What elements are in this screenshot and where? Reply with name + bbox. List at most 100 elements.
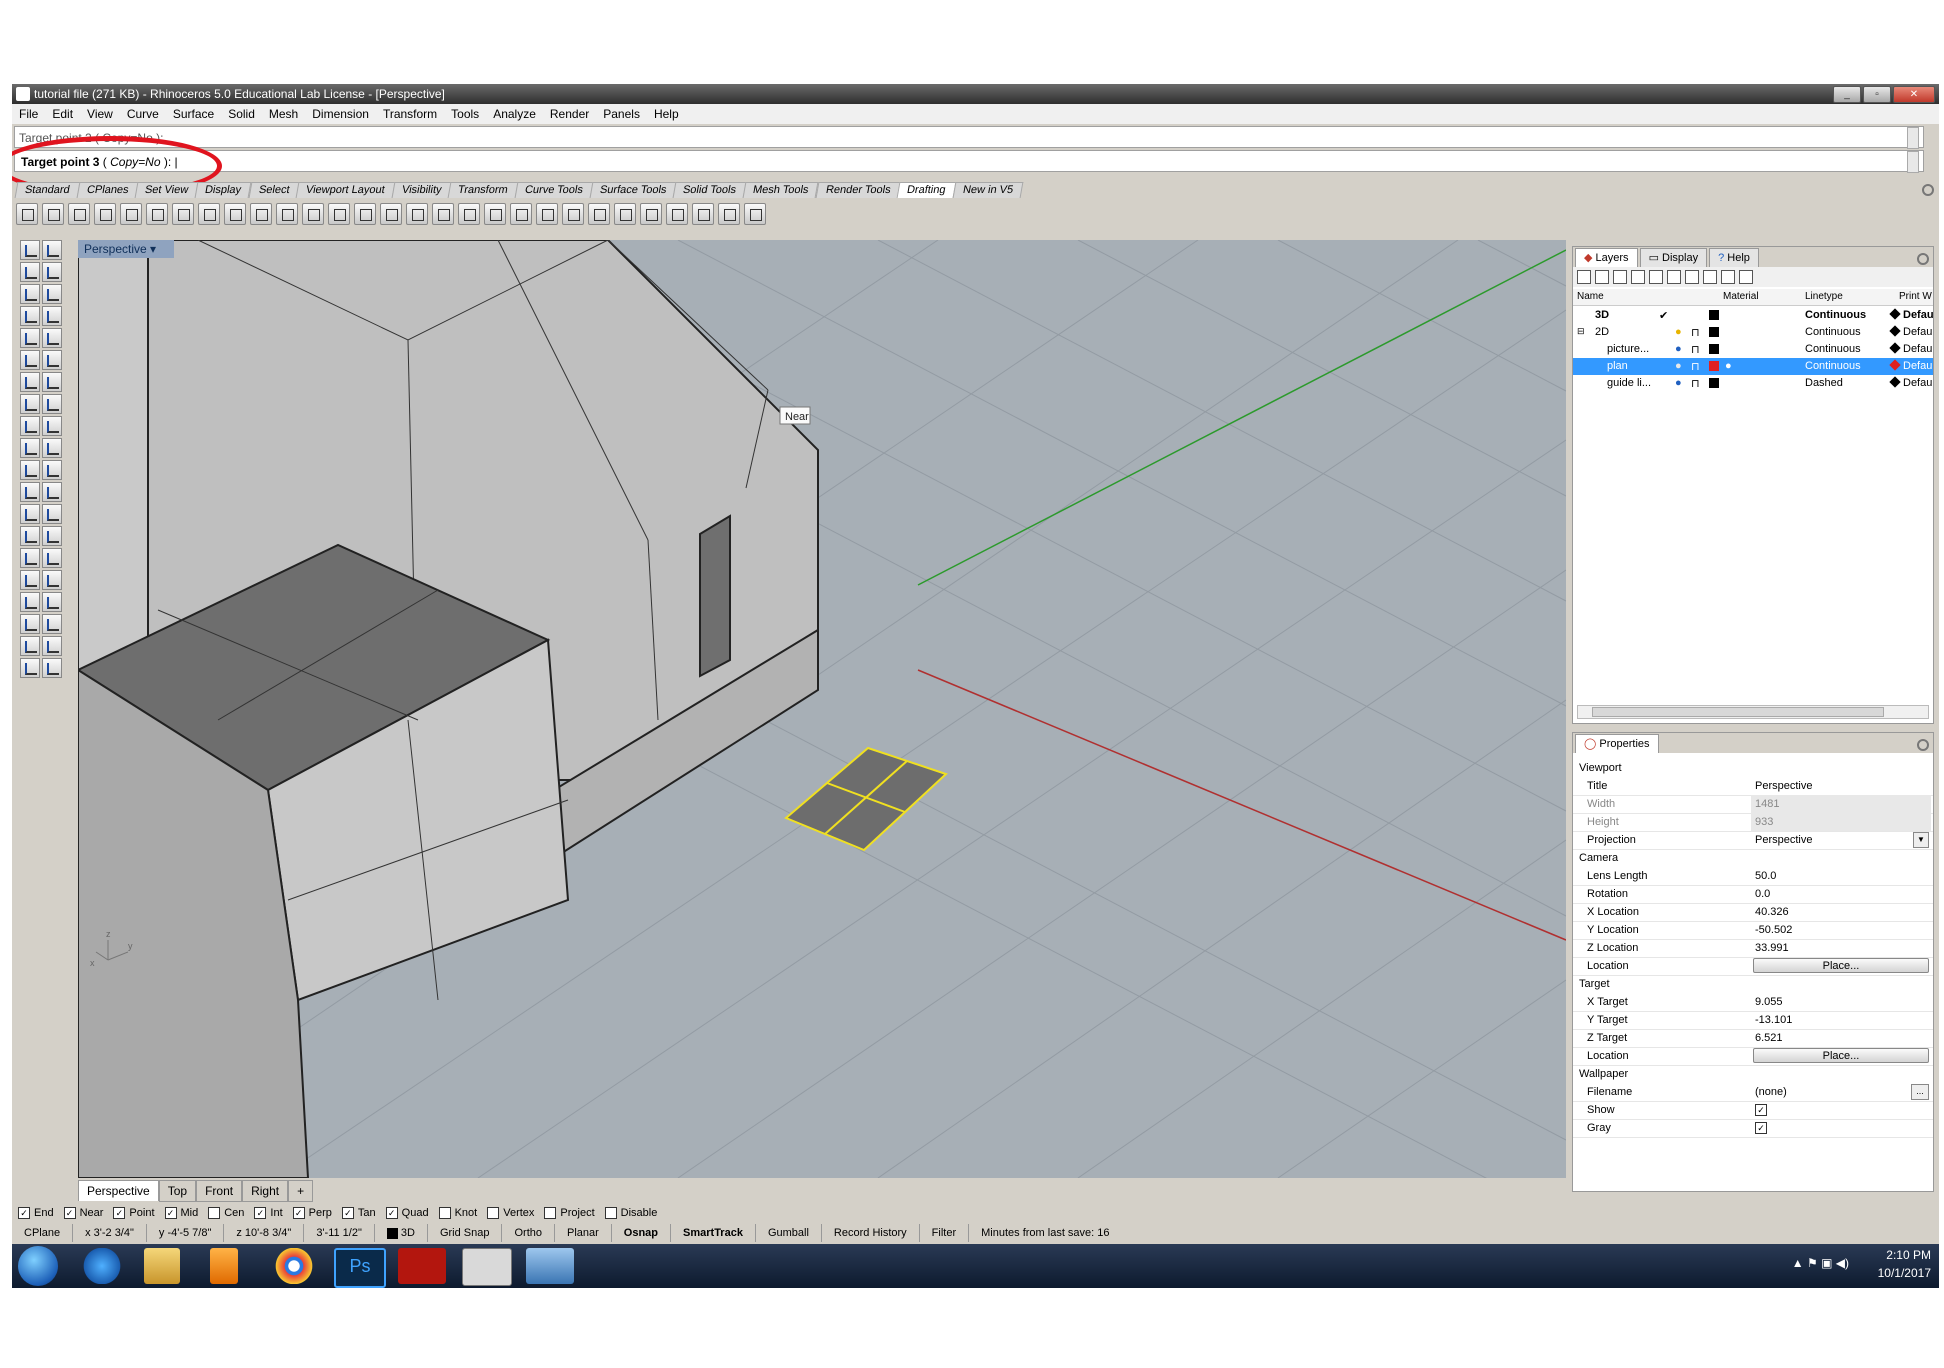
dim-radius-icon[interactable] [224, 203, 246, 225]
osnap-point-checkbox[interactable]: ✓ [113, 1207, 126, 1219]
layer-linetype[interactable]: Continuous [1805, 309, 1866, 321]
text-field-icon[interactable] [588, 203, 610, 225]
command-line-input[interactable]: Target point 3 ( Copy=No ): | [14, 150, 1924, 173]
hatch-icon[interactable] [458, 203, 480, 225]
record-history-toggle[interactable]: Record History [822, 1224, 920, 1242]
image-viewer-icon[interactable] [526, 1248, 574, 1284]
prop-projection-value[interactable]: Perspective [1755, 834, 1812, 846]
show-checkbox[interactable]: ✓ [1755, 1104, 1767, 1116]
osnap-quad[interactable]: ✓ Quad [385, 1207, 429, 1219]
col-print-width[interactable]: Print W [1899, 291, 1932, 302]
prop-z-target-value[interactable]: 6.521 [1755, 1032, 1783, 1044]
smarttrack-toggle[interactable]: SmartTrack [671, 1224, 756, 1242]
layer-color-swatch[interactable] [1709, 378, 1719, 388]
dim-linear-icon[interactable] [120, 203, 142, 225]
lightbulb-icon[interactable]: ● [1675, 377, 1682, 389]
dim-angle-icon[interactable] [198, 203, 220, 225]
menu-panels[interactable]: Panels [596, 107, 647, 121]
layer-row-3d[interactable]: 3D ✔ Continuous Defaul [1573, 307, 1933, 324]
move-down-icon[interactable] [1649, 270, 1663, 284]
prop-rotation-value[interactable]: 0.0 [1755, 888, 1770, 900]
explode-icon[interactable] [20, 592, 40, 612]
perspective-viewport[interactable]: Near z y x Perspective ▾ [78, 240, 1566, 1178]
leader-text-icon[interactable] [380, 203, 402, 225]
lock-icon[interactable] [20, 636, 40, 656]
ortho-toggle[interactable]: Ortho [502, 1224, 555, 1242]
collapse-icon[interactable]: ⊟ [1577, 326, 1585, 337]
page-setup-icon[interactable] [94, 203, 116, 225]
unlocked-icon[interactable]: ⊓ [1691, 360, 1700, 373]
dim-chain-icon[interactable] [406, 203, 428, 225]
hide-icon[interactable] [42, 614, 62, 634]
col-name[interactable]: Name [1577, 291, 1604, 302]
layer-linetype[interactable]: Continuous [1805, 326, 1861, 338]
layer-linetype[interactable]: Dashed [1805, 377, 1843, 389]
properties-gear-icon[interactable] [1917, 739, 1929, 751]
layers-help-icon[interactable] [1739, 270, 1753, 284]
material-icon[interactable]: ● [1725, 360, 1732, 372]
tab-drafting[interactable]: Drafting [897, 182, 957, 198]
osnap-cen-checkbox[interactable] [208, 1207, 221, 1219]
prop-filename-value[interactable]: (none) [1755, 1086, 1787, 1098]
line-icon[interactable] [20, 262, 40, 282]
tab-transform[interactable]: Transform [447, 182, 519, 198]
layer-color-swatch[interactable] [1709, 344, 1719, 354]
col-material[interactable]: Material [1723, 291, 1759, 302]
layer-print-width[interactable]: Default [1903, 360, 1933, 372]
osnap-knot-checkbox[interactable] [438, 1207, 451, 1219]
start-button-icon[interactable] [18, 1246, 58, 1286]
osnap-mid[interactable]: ✓ Mid [164, 1207, 198, 1219]
osnap-project-checkbox[interactable] [544, 1207, 557, 1219]
target-place-button[interactable]: Place... [1753, 1048, 1929, 1063]
lightbulb-icon[interactable]: ● [1675, 360, 1682, 372]
menu-dimension[interactable]: Dimension [305, 107, 376, 121]
point-icon[interactable] [42, 240, 62, 260]
viewport-tab-top[interactable]: Top [158, 1180, 197, 1202]
print-preview-icon[interactable] [744, 203, 766, 225]
layer-color-swatch[interactable] [1709, 327, 1719, 337]
move-icon[interactable] [42, 482, 62, 502]
tab-layers[interactable]: ◆ Layers [1575, 248, 1638, 267]
move-up-icon[interactable] [1631, 270, 1645, 284]
arc-icon[interactable] [20, 306, 40, 326]
osnap-end[interactable]: ✓ End [18, 1207, 54, 1219]
layer-linetype[interactable]: Continuous [1805, 360, 1861, 372]
history-scrollbar[interactable] [1907, 127, 1919, 149]
layers-gear-icon[interactable] [1917, 253, 1929, 265]
col-linetype[interactable]: Linetype [1805, 291, 1843, 302]
media-player-icon[interactable] [210, 1248, 238, 1284]
sweep2-icon[interactable] [42, 416, 62, 436]
osnap-disable-checkbox[interactable] [604, 1207, 617, 1219]
tab-mesh-tools[interactable]: Mesh Tools [742, 182, 820, 198]
layer-row-picture[interactable]: picture... ● ⊓ Continuous Default [1573, 341, 1933, 358]
layer-color-swatch[interactable] [1709, 361, 1719, 371]
selected-plan-rectangle[interactable] [784, 746, 948, 852]
osnap-knot[interactable]: Knot [438, 1207, 477, 1219]
osnap-near-checkbox[interactable]: ✓ [63, 1207, 76, 1219]
dim-ordinate-icon[interactable] [276, 203, 298, 225]
analyze-icon[interactable] [42, 636, 62, 656]
filter-toggle[interactable]: Filter [920, 1224, 970, 1242]
layer-row-2d[interactable]: ⊟ 2D ● ⊓ Continuous Default [1573, 324, 1933, 341]
polyline-icon[interactable] [42, 262, 62, 282]
osnap-int-checkbox[interactable]: ✓ [254, 1207, 267, 1219]
osnap-perp[interactable]: ✓ Perp [292, 1207, 332, 1219]
prop-title-value[interactable]: Perspective [1755, 780, 1812, 792]
mirror-icon[interactable] [42, 526, 62, 546]
menu-solid[interactable]: Solid [221, 107, 262, 121]
detail-icon[interactable] [68, 203, 90, 225]
unlocked-icon[interactable]: ⊓ [1691, 343, 1700, 356]
gray-checkbox[interactable]: ✓ [1755, 1122, 1767, 1134]
osnap-near[interactable]: ✓ Near [63, 1207, 103, 1219]
select-arrow-icon[interactable] [20, 240, 40, 260]
menu-transform[interactable]: Transform [376, 107, 444, 121]
split-icon[interactable] [20, 570, 40, 590]
lightbulb-icon[interactable]: ● [1675, 343, 1682, 355]
maximize-button[interactable]: ▫ [1863, 86, 1891, 103]
layout-icon[interactable] [16, 203, 38, 225]
tab-viewport-layout[interactable]: Viewport Layout [295, 182, 396, 198]
offset-icon[interactable] [42, 350, 62, 370]
tab-cplanes[interactable]: CPlanes [76, 182, 139, 198]
rectangle-icon[interactable] [20, 328, 40, 348]
layer-print-width[interactable]: Default [1903, 377, 1933, 389]
